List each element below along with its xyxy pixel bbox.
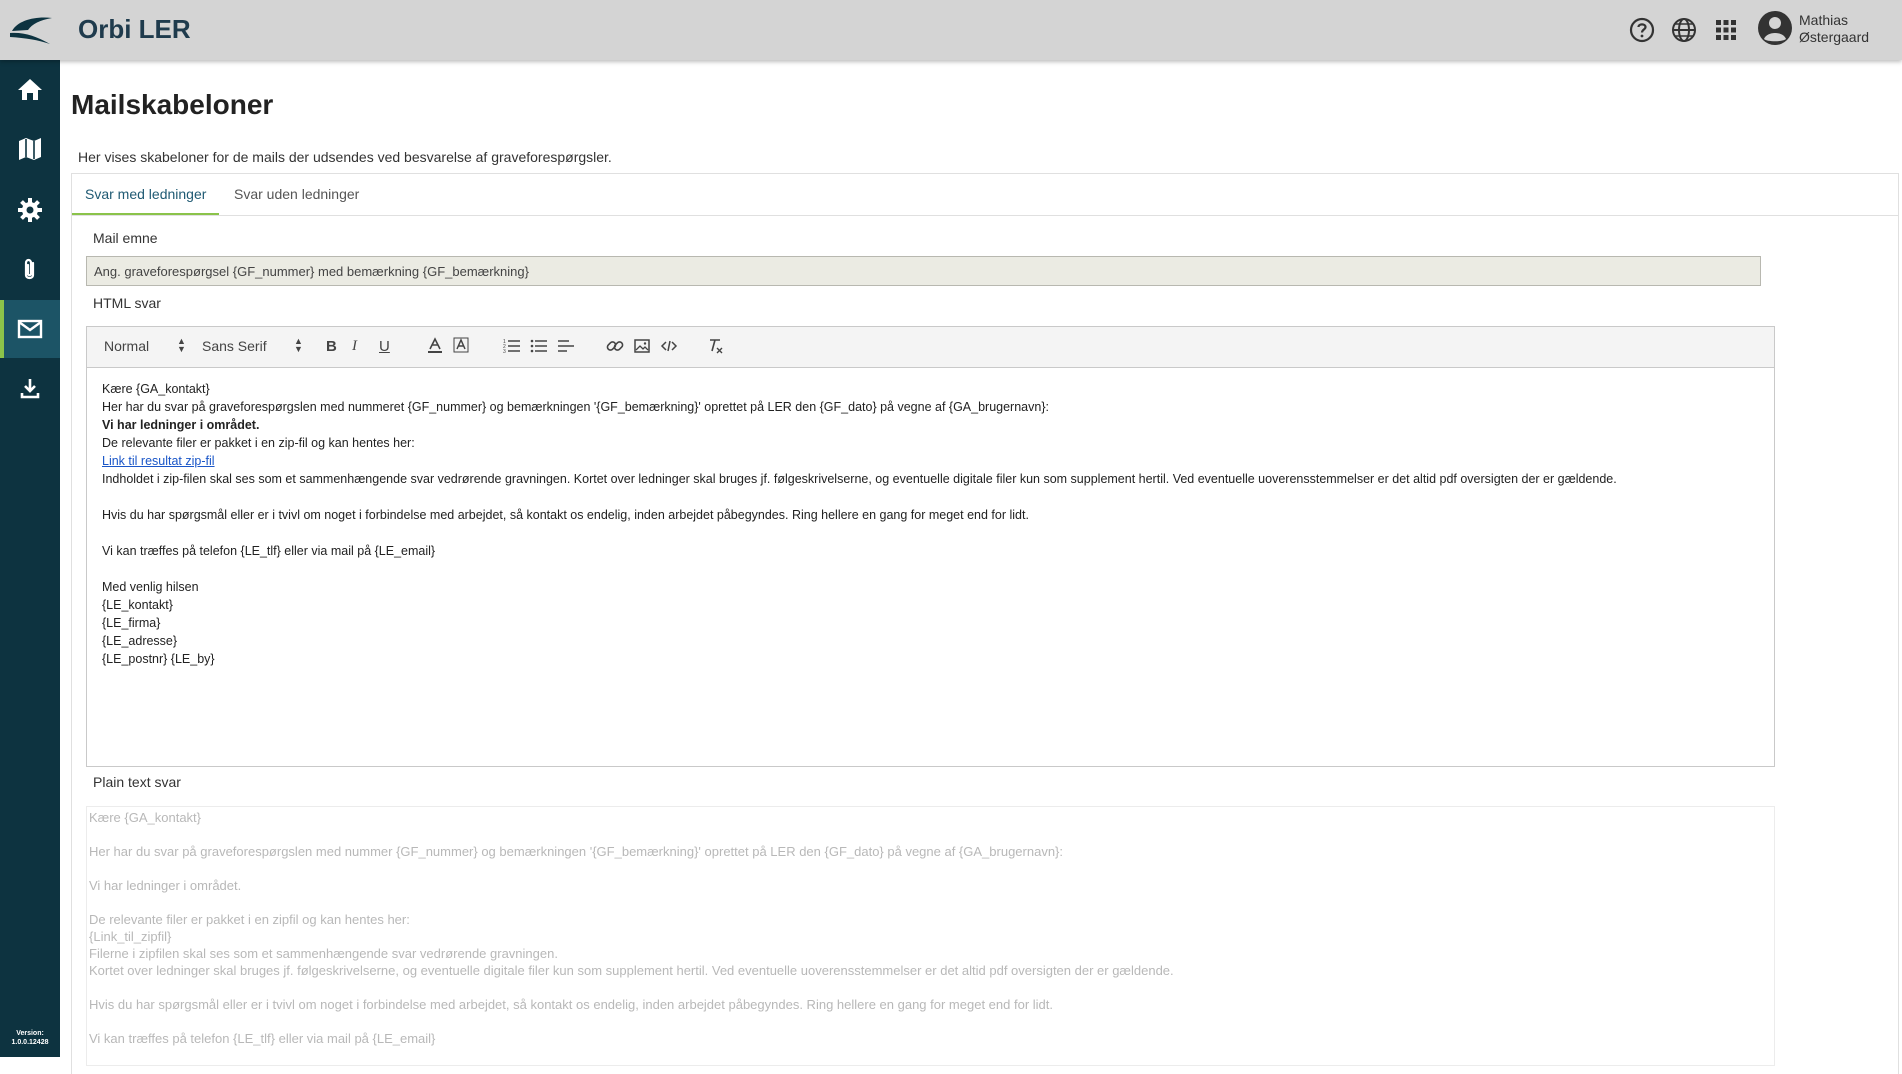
map-icon — [19, 138, 41, 160]
download-icon — [20, 379, 40, 399]
plain-line: {Link_til_zipfil} — [89, 929, 172, 944]
code-icon[interactable] — [660, 337, 678, 357]
font-select-value: Sans Serif — [202, 338, 267, 354]
html-line — [102, 560, 1762, 578]
sidebar: Version: 1.0.0.12428 — [0, 60, 60, 1057]
home-icon — [18, 79, 42, 100]
plain-line — [89, 826, 1174, 843]
text-color-icon[interactable] — [427, 337, 443, 357]
link-icon[interactable] — [606, 337, 624, 357]
plain-line: De relevante filer er pakket i en zipfil… — [89, 912, 410, 927]
html-line: De relevante filer er pakket i en zip-fi… — [102, 436, 415, 450]
subject-input[interactable] — [86, 256, 1761, 286]
zip-file-link[interactable]: Link til resultat zip-fil — [102, 454, 215, 468]
plain-reply-textarea[interactable]: Kære {GA_kontakt} Her har du svar på gra… — [86, 806, 1775, 1066]
background-color-icon[interactable] — [453, 337, 469, 357]
sidebar-item-download[interactable] — [0, 360, 60, 418]
sidebar-item-map[interactable] — [0, 120, 60, 178]
plain-line — [89, 894, 1174, 911]
ordered-list-icon[interactable]: 123 — [503, 337, 521, 357]
plain-reply-label: Plain text svar — [93, 774, 181, 790]
html-line: {LE_kontakt} — [102, 598, 173, 612]
html-line: Indholdet i zip-filen skal ses som et sa… — [102, 472, 1617, 486]
user-avatar-icon — [1758, 11, 1792, 45]
app-title[interactable]: Orbi LER — [78, 14, 191, 45]
sidebar-item-home[interactable] — [0, 60, 60, 118]
paperclip-icon — [24, 258, 35, 280]
bold-icon[interactable]: B — [326, 338, 337, 358]
plain-line — [89, 860, 1174, 877]
html-line: Kære {GA_kontakt} — [102, 382, 210, 396]
svg-text:3: 3 — [503, 349, 506, 355]
apps-grid-icon[interactable] — [1711, 15, 1741, 45]
align-icon[interactable] — [557, 337, 575, 357]
italic-icon[interactable]: I — [352, 338, 357, 358]
page-title: Mailskabeloner — [71, 89, 274, 120]
page-intro: Her vises skabeloner for de mails der ud… — [78, 149, 612, 165]
user-name: Mathias Østergaard — [1799, 12, 1869, 46]
version-info: Version: 1.0.0.12428 — [0, 1029, 60, 1047]
bullet-list-icon[interactable] — [530, 337, 548, 357]
tab-svar-uden-ledninger[interactable]: Svar uden ledninger — [221, 174, 372, 214]
plain-line: Hvis du har spørgsmål eller er i tvivl o… — [89, 997, 1053, 1012]
plain-line: Vi har ledninger i området. — [89, 878, 242, 893]
html-line — [102, 524, 1762, 542]
html-line: {LE_firma} — [102, 616, 161, 630]
sidebar-item-attachments[interactable] — [0, 240, 60, 298]
user-first-name: Mathias — [1799, 12, 1849, 28]
user-last-name: Østergaard — [1799, 29, 1870, 45]
font-select[interactable]: Sans Serif ▲ ▼ — [202, 337, 303, 358]
gear-icon — [18, 198, 42, 222]
header-select[interactable]: Normal ▲ ▼ — [104, 337, 186, 358]
version-label: Version: — [16, 1030, 44, 1037]
header-select-value: Normal — [104, 338, 150, 354]
html-line: Hvis du har spørgsmål eller er i tvivl o… — [102, 508, 1029, 522]
underline-icon[interactable]: U — [379, 338, 390, 358]
plain-line: Vi kan træffes på telefon {LE_tlf} eller… — [89, 1031, 436, 1046]
clear-format-icon[interactable] — [707, 337, 725, 357]
plain-line: Kære {GA_kontakt} — [89, 810, 202, 825]
sidebar-item-mail[interactable] — [0, 300, 60, 358]
plain-line: Her har du svar på graveforespørgslen me… — [89, 844, 1064, 859]
tab-svar-med-ledninger[interactable]: Svar med ledninger — [72, 174, 220, 215]
html-line: Med venlig hilsen — [102, 580, 199, 594]
mail-icon — [17, 319, 43, 339]
html-reply-label: HTML svar — [93, 295, 161, 311]
orbi-logo-icon[interactable] — [8, 10, 54, 50]
editor-toolbar: Normal ▲ ▼ Sans Serif ▲ ▼ B I U 123 — [87, 327, 1774, 368]
globe-icon[interactable] — [1669, 15, 1699, 45]
html-line: {LE_adresse} — [102, 634, 178, 648]
html-reply-content[interactable]: Kære {GA_kontakt} Her har du svar på gra… — [102, 380, 1762, 668]
select-down-icon: ▼ — [177, 344, 186, 354]
sidebar-item-settings[interactable] — [0, 180, 60, 238]
select-down-icon: ▼ — [294, 344, 303, 354]
html-line-bold: Vi har ledninger i området. — [102, 418, 260, 432]
tab-bar: Svar med ledninger Svar uden ledninger — [72, 174, 1898, 216]
plain-line — [89, 979, 1174, 996]
help-icon[interactable] — [1627, 15, 1657, 45]
html-line — [102, 488, 1762, 506]
plain-line: Filerne i zipfilen skal ses som et samme… — [89, 946, 558, 961]
subject-label: Mail emne — [93, 230, 158, 246]
version-number: 1.0.0.12428 — [11, 1039, 49, 1046]
plain-reply-content: Kære {GA_kontakt} Her har du svar på gra… — [89, 809, 1174, 1047]
html-reply-editor[interactable]: Normal ▲ ▼ Sans Serif ▲ ▼ B I U 123 Kære… — [86, 326, 1775, 767]
image-icon[interactable] — [633, 337, 651, 357]
top-bar: Orbi LER Mathias Østergaard — [0, 0, 1902, 60]
plain-line — [89, 1013, 1174, 1030]
plain-line: Kortet over ledninger skal bruges jf. fø… — [89, 963, 1174, 978]
html-line: Vi kan træffes på telefon {LE_tlf} eller… — [102, 544, 436, 558]
html-line: {LE_postnr} {LE_by} — [102, 652, 215, 666]
html-line: Her har du svar på graveforespørgslen me… — [102, 400, 1049, 414]
